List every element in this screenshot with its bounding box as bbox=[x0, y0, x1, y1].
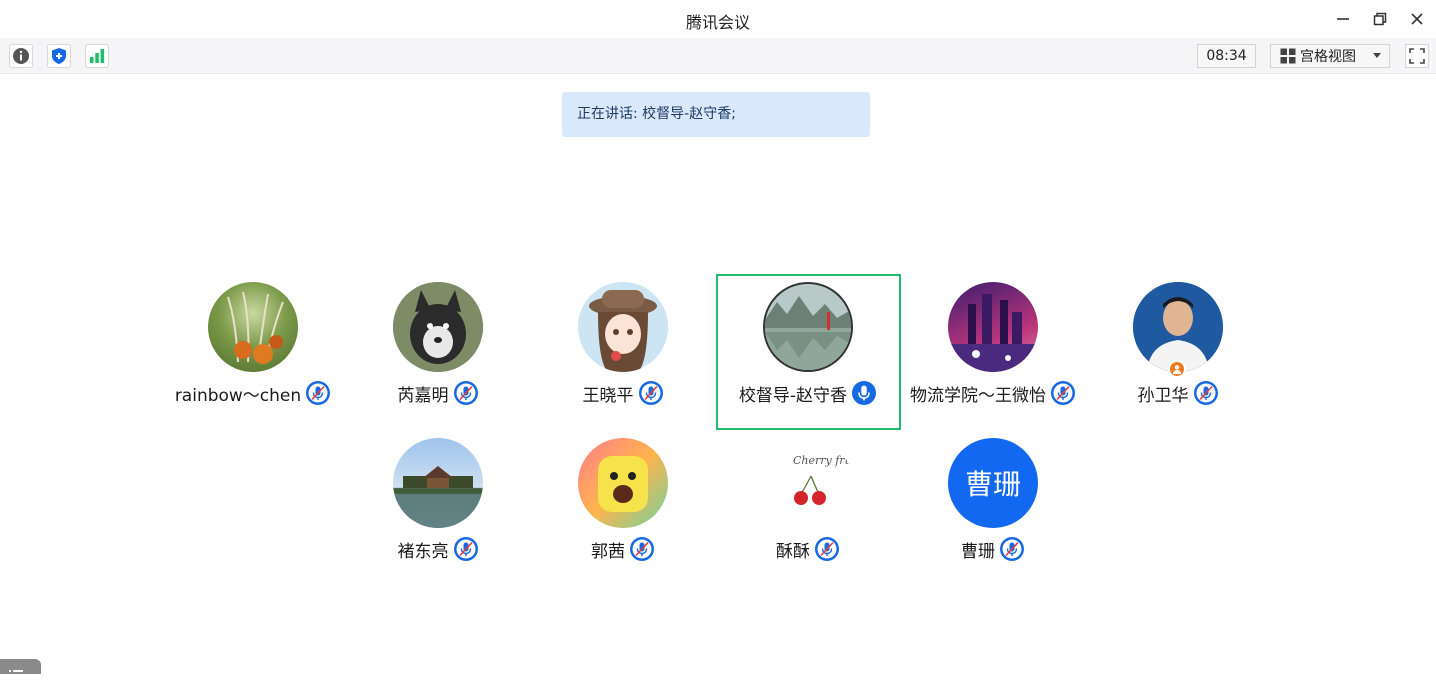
participant-name: 酥酥 bbox=[776, 541, 810, 562]
mic-muted-icon[interactable] bbox=[1193, 380, 1219, 406]
minimize-icon[interactable] bbox=[1330, 6, 1356, 32]
active-speaker-highlight bbox=[716, 274, 901, 430]
fullscreen-icon[interactable] bbox=[1405, 44, 1429, 68]
host-badge-icon bbox=[1168, 360, 1186, 378]
avatar: Cherry fruits bbox=[763, 438, 853, 528]
avatar-initials: 曹珊 bbox=[964, 468, 1021, 501]
speaking-banner: 正在讲话: 校督导-赵守香; bbox=[562, 92, 870, 137]
mic-muted-icon[interactable] bbox=[629, 536, 655, 562]
participant-tile[interactable]: 孙卫华 bbox=[1085, 282, 1271, 438]
signal-icon[interactable] bbox=[85, 44, 109, 68]
avatar bbox=[578, 282, 668, 372]
mic-muted-icon[interactable] bbox=[453, 536, 479, 562]
panel-toggle-button[interactable] bbox=[0, 659, 41, 674]
view-mode-label: 宫格视图 bbox=[1300, 49, 1356, 65]
participant-name: 芮嘉明 bbox=[397, 385, 449, 406]
participant-tile[interactable]: 曹珊 曹珊 bbox=[900, 438, 1086, 594]
shield-icon[interactable] bbox=[47, 44, 71, 68]
mic-muted-icon[interactable] bbox=[638, 380, 664, 406]
participant-name: rainbow～chen bbox=[174, 385, 302, 406]
info-icon[interactable] bbox=[9, 44, 33, 68]
toolbar: 08:34 宫格视图 bbox=[0, 38, 1436, 74]
participant-tile[interactable]: 王晓平 bbox=[530, 282, 716, 438]
participant-name: 曹珊 bbox=[961, 541, 995, 562]
cherry-caption: Cherry fruits bbox=[793, 454, 853, 467]
avatar bbox=[393, 282, 483, 372]
mic-muted-icon[interactable] bbox=[305, 380, 331, 406]
participant-tile[interactable]: 郭茜 bbox=[530, 438, 716, 594]
avatar bbox=[948, 282, 1038, 372]
avatar: 曹珊 bbox=[948, 438, 1038, 528]
participant-name: 孙卫华 bbox=[1137, 385, 1189, 406]
mic-muted-icon[interactable] bbox=[814, 536, 840, 562]
participant-name: 物流学院～王微怡 bbox=[910, 385, 1046, 406]
participant-name: 褚东亮 bbox=[397, 541, 449, 562]
mic-muted-icon[interactable] bbox=[999, 536, 1025, 562]
avatar bbox=[393, 438, 483, 528]
participant-tile[interactable]: 物流学院～王微怡 bbox=[900, 282, 1086, 438]
avatar bbox=[208, 282, 298, 372]
mic-muted-icon[interactable] bbox=[453, 380, 479, 406]
grid-icon bbox=[1280, 48, 1296, 64]
participant-tile[interactable]: 芮嘉明 bbox=[345, 282, 531, 438]
caret-down-icon bbox=[1373, 53, 1381, 59]
participant-name: 郭茜 bbox=[591, 541, 625, 562]
title-bar: 腾讯会议 bbox=[0, 0, 1436, 38]
mic-muted-icon[interactable] bbox=[1050, 380, 1076, 406]
participant-tile[interactable]: Cherry fruits 酥酥 bbox=[715, 438, 901, 594]
participant-name: 王晓平 bbox=[582, 385, 634, 406]
view-mode-dropdown[interactable]: 宫格视图 bbox=[1270, 44, 1390, 68]
avatar bbox=[1133, 282, 1223, 372]
participant-tile[interactable]: rainbow～chen bbox=[160, 282, 346, 438]
participant-tile[interactable]: 褚东亮 bbox=[345, 438, 531, 594]
restore-icon[interactable] bbox=[1367, 6, 1393, 32]
close-icon[interactable] bbox=[1404, 6, 1430, 32]
meeting-timer: 08:34 bbox=[1197, 44, 1256, 68]
avatar bbox=[578, 438, 668, 528]
window-title: 腾讯会议 bbox=[685, 13, 750, 32]
